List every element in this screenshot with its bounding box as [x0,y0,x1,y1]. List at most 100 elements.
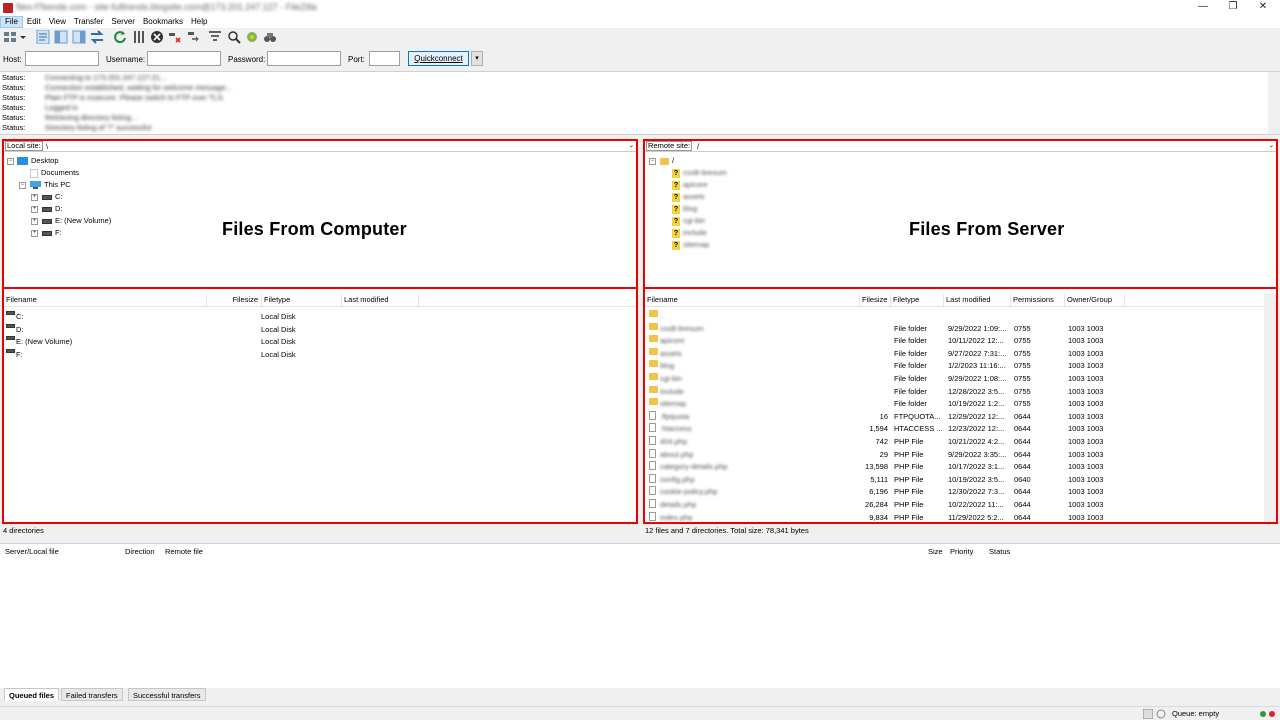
tree-item-drive-e[interactable]: E: (New Volume) [42,216,111,226]
tree-expand-icon[interactable]: + [31,194,38,201]
remote-tree-item[interactable]: ? include [672,228,707,238]
tree-expand-icon[interactable]: + [31,218,38,225]
menu-server[interactable]: Server [107,16,139,28]
remote-file-row[interactable]: .htaccess 1,594 HTACCESS ... 12/23/2022 12:… [645,423,1276,436]
local-path-dropdown-icon[interactable]: ⌄ [629,141,634,152]
tree-expand-icon[interactable]: + [31,206,38,213]
column-filename[interactable]: Filename [645,293,860,307]
search-remote-files-icon[interactable] [263,30,277,44]
menu-bookmarks[interactable]: Bookmarks [139,16,187,28]
remote-file-row[interactable]: include File folder 12/28/2022 3:5... 0755 1… [645,385,1276,399]
menu-edit[interactable]: Edit [23,16,45,28]
tree-collapse-icon[interactable]: − [649,158,656,165]
quickconnect-dropdown-button[interactable]: ▾ [471,51,483,66]
disconnect-icon[interactable] [168,30,182,44]
column-filesize[interactable]: Filesize [207,293,262,307]
column-filetype[interactable]: Filetype [262,293,342,307]
column-filesize[interactable]: Filesize [860,293,891,307]
remote-file-row[interactable]: details.php 26,284 PHP File 10/22/2022 11:.… [645,499,1276,512]
remote-file-row[interactable]: cgi-bin File folder 9/29/2022 1:08:... 0755… [645,373,1276,386]
tab-queued-files[interactable]: Queued files [4,688,60,701]
transfer-queue[interactable]: Server/Local file Direction Remote file … [0,543,1280,688]
remote-file-row[interactable]: config.php 5,111 PHP File 10/19/2022 3:5...… [645,473,1276,487]
remote-tree-item[interactable]: ? blog [672,204,697,214]
remote-file-row[interactable]: assets File folder 9/27/2022 7:31:... 0755 1… [645,347,1276,361]
message-log[interactable]: Status: Connecting to 173.201.247.127:21.… [0,71,1280,135]
remote-file-row[interactable]: blog File folder 1/2/2023 11:16:... 0755 100… [645,360,1276,373]
remote-list-scrollbar[interactable] [1264,293,1276,522]
tree-expand-icon[interactable]: + [31,230,38,237]
remote-file-row[interactable]: .ftpquota 16 FTPQUOTA... 12/29/2022 12:... 0… [645,410,1276,424]
menu-transfer[interactable]: Transfer [70,16,108,28]
username-input[interactable] [147,51,221,66]
toggle-local-tree-icon[interactable] [54,30,68,44]
maximize-button[interactable]: ❐ [1218,0,1248,16]
remote-file-row[interactable]: apicore File folder 10/11/2022 12:... 0755 1… [645,335,1276,348]
menu-view[interactable]: View [45,16,70,28]
tree-item-documents[interactable]: Documents [30,168,79,178]
host-input[interactable] [25,51,99,66]
process-queue-icon[interactable] [132,30,146,44]
local-file-row[interactable]: D: Local Disk [4,323,636,337]
toggle-remote-tree-icon[interactable] [72,30,86,44]
toggle-directory-comparison-icon[interactable] [227,30,241,44]
remote-file-row[interactable]: category-details.php 13,598 PHP File 10/17/… [645,461,1276,474]
cancel-operation-icon[interactable] [150,30,164,44]
remote-tree-root[interactable]: / [660,156,674,166]
remote-tree-item[interactable]: ? cssB-bresum [672,168,727,178]
local-path-input[interactable]: \ [46,141,48,152]
local-directory-tree[interactable]: − Desktop Documents − This PC + C: + D: … [4,153,636,289]
tree-item-drive-d[interactable]: D: [42,204,63,214]
remote-file-row[interactable]: cookie-policy.php 6,196 PHP File 12/30/2022… [645,486,1276,499]
queue-column-server-local-file[interactable]: Server/Local file [5,547,59,556]
tree-collapse-icon[interactable]: − [7,158,14,165]
directory-listing-filters-icon[interactable] [208,30,222,44]
tab-failed-transfers[interactable]: Failed transfers [61,688,123,701]
remote-tree-item[interactable]: ? apicore [672,180,708,190]
remote-tree-item[interactable]: ? sitemap [672,240,709,250]
menu-file[interactable]: File [0,16,23,28]
column-owner-group[interactable]: Owner/Group [1065,293,1125,307]
remote-directory-tree[interactable]: − / ? cssB-bresum ? apicore ? assets ? blog ? cgi… [645,153,1276,289]
column-last-modified[interactable]: Last modified [944,293,1011,307]
remote-file-row[interactable]: 404.php 742 PHP File 10/21/2022 4:2... 0644 1… [645,436,1276,449]
site-manager-icon[interactable] [3,30,17,44]
close-button[interactable]: ✕ [1248,0,1278,16]
remote-file-row[interactable]: .. [645,310,1276,323]
remote-file-row[interactable]: about.php 29 PHP File 9/29/2022 3:35:... 064… [645,448,1276,462]
menu-help[interactable]: Help [187,16,211,28]
queue-column-priority[interactable]: Priority [950,547,973,556]
refresh-icon[interactable] [113,30,127,44]
local-file-row[interactable]: F: Local Disk [4,348,636,362]
tree-item-this-pc[interactable]: This PC [30,180,71,190]
port-input[interactable] [369,51,400,66]
queue-column-direction[interactable]: Direction [125,547,155,556]
remote-file-row[interactable]: index.php 9,834 PHP File 11/29/2022 5:2... 0… [645,511,1276,525]
minimize-button[interactable]: — [1188,0,1218,16]
quickconnect-button[interactable]: Quickconnect [408,51,469,66]
queue-column-size[interactable]: Size [928,547,943,556]
column-filetype[interactable]: Filetype [891,293,944,307]
queue-column-remote-file[interactable]: Remote file [165,547,203,556]
column-filename[interactable]: Filename [4,293,207,307]
reconnect-icon[interactable] [186,30,200,44]
remote-tree-item[interactable]: ? cgi-bin [672,216,705,226]
local-file-row[interactable]: C: Local Disk [4,311,636,324]
remote-tree-item[interactable]: ? assets [672,192,705,202]
remote-path-input[interactable]: / [697,141,699,152]
site-manager-dropdown-icon[interactable] [18,30,28,44]
column-last-modified[interactable]: Last modified [342,293,419,307]
column-permissions[interactable]: Permissions [1011,293,1065,307]
remote-path-dropdown-icon[interactable]: ⌄ [1269,141,1274,152]
toggle-message-log-icon[interactable] [36,30,50,44]
tab-successful-transfers[interactable]: Successful transfers [128,688,206,701]
queue-column-status[interactable]: Status [989,547,1010,556]
password-input[interactable] [267,51,341,66]
tree-item-desktop[interactable]: Desktop [17,156,59,166]
toggle-transfer-queue-icon[interactable] [90,30,104,44]
remote-file-row[interactable]: sitemap File folder 10/19/2022 1:2... 0755 1… [645,398,1276,411]
remote-file-row[interactable]: cssB-bresum File folder 9/29/2022 1:09:...… [645,322,1276,336]
log-scrollbar[interactable] [1268,72,1280,134]
tree-item-drive-f[interactable]: F: [42,228,62,238]
tree-collapse-icon[interactable]: − [19,182,26,189]
